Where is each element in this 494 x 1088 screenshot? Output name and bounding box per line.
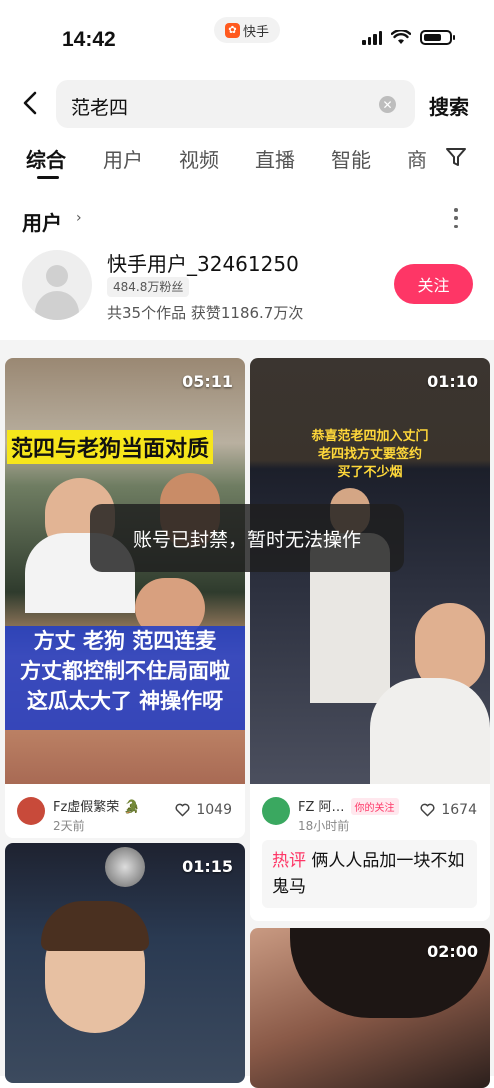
video-meta: FZ 阿… 你的关注 18小时前 1674 <box>250 784 490 844</box>
battery-icon <box>420 30 455 45</box>
user-avatar[interactable] <box>22 250 92 320</box>
video-meta: Fz虚假繁荣 🐊 2天前 1049 <box>5 784 245 838</box>
heart-icon <box>420 803 435 817</box>
status-bar: 14:42 ✿ 快手 <box>0 0 494 70</box>
post-time: 2天前 <box>53 819 85 833</box>
follow-button[interactable]: 关注 <box>394 264 473 304</box>
video-thumbnail[interactable]: 01:15 <box>5 843 245 1083</box>
video-caption-block: 方丈 老狗 范四连麦 方丈都控制不住局面啦 这瓜太大了 神操作呀 <box>5 626 245 730</box>
status-icons <box>362 30 455 45</box>
search-bar: 范老四 ✕ 搜索 <box>0 78 494 130</box>
tab-comprehensive[interactable]: 综合 <box>26 144 66 173</box>
heart-icon <box>175 803 190 817</box>
caption-line: 这瓜太大了 神操作呀 <box>26 689 224 713</box>
video-thumbnail[interactable]: 02:00 <box>250 928 490 1088</box>
active-tab-indicator <box>37 176 59 179</box>
tab-users[interactable]: 用户 <box>103 144 143 173</box>
video-duration: 01:10 <box>427 372 478 391</box>
author-avatar[interactable] <box>17 797 45 825</box>
author-name[interactable]: Fz虚假繁荣 🐊 <box>53 796 140 815</box>
hot-comment-tag: 热评 <box>272 851 306 871</box>
video-caption-block: 恭喜范老四加入丈门 老四找方丈要签约 买了不少烟 <box>250 428 490 482</box>
tab-videos[interactable]: 视频 <box>179 144 219 173</box>
user-name[interactable]: 快手用户_32461250 <box>107 248 299 277</box>
caption-line: 买了不少烟 <box>337 465 403 480</box>
like-count[interactable]: 1049 <box>175 802 232 818</box>
clear-icon[interactable]: ✕ <box>379 96 396 113</box>
filter-icon[interactable] <box>445 146 467 168</box>
author-avatar[interactable] <box>262 797 290 825</box>
post-time: 18小时前 <box>298 819 350 833</box>
app-pill[interactable]: ✿ 快手 <box>214 17 280 43</box>
video-title-banner: 范四与老狗当面对质 <box>7 430 214 464</box>
author-name[interactable]: FZ 阿… 你的关注 <box>298 796 399 815</box>
caption-line: 方丈都控制不住局面啦 <box>20 659 230 683</box>
back-arrow-icon[interactable] <box>22 90 38 121</box>
signal-icon <box>362 30 382 45</box>
video-card[interactable]: 02:00 <box>250 928 490 1088</box>
video-duration: 01:15 <box>182 857 233 876</box>
tab-live[interactable]: 直播 <box>255 144 295 173</box>
video-duration: 02:00 <box>427 942 478 961</box>
video-grid: 05:11 范四与老狗当面对质 方丈 老狗 范四连麦 方丈都控制不住局面啦 这瓜… <box>0 340 494 1088</box>
caption-line: 老四找方丈要签约 <box>317 447 422 462</box>
caption-line: 恭喜范老四加入丈门 <box>311 429 429 444</box>
tab-shop[interactable]: 商 <box>407 144 427 173</box>
app-pill-label: 快手 <box>242 24 269 40</box>
video-card[interactable]: 05:11 范四与老狗当面对质 方丈 老狗 范四连麦 方丈都控制不住局面啦 这瓜… <box>5 358 245 838</box>
video-duration: 05:11 <box>182 372 233 391</box>
following-tag: 你的关注 <box>350 798 399 815</box>
search-query: 范老四 <box>71 97 129 119</box>
kuaishou-logo-icon: ✿ <box>224 22 240 38</box>
more-options-icon[interactable] <box>452 208 460 228</box>
chevron-right-icon[interactable]: › <box>76 210 82 226</box>
tab-smart[interactable]: 智能 <box>331 144 371 173</box>
video-card[interactable]: 01:10 恭喜范老四加入丈门 老四找方丈要签约 买了不少烟 FZ 阿… 你的关注… <box>250 358 490 921</box>
user-stats: 共35个作品 获赞1186.7万次 <box>107 304 304 322</box>
search-button[interactable]: 搜索 <box>429 91 469 120</box>
fans-badge: 484.8万粉丝 <box>107 277 190 297</box>
video-card[interactable]: 01:15 <box>5 843 245 1083</box>
search-tabs: 综合 用户 视频 直播 智能 商 <box>0 138 494 184</box>
status-time: 14:42 <box>62 28 116 51</box>
hot-comment[interactable]: 热评 俩人人品加一块不如鬼马 <box>262 840 477 908</box>
toast-message: 账号已封禁，暂时无法操作 <box>90 504 404 572</box>
caption-line: 方丈 老狗 范四连麦 <box>33 629 217 653</box>
wifi-icon <box>391 30 411 44</box>
search-input[interactable]: 范老四 ✕ <box>56 80 415 128</box>
user-section-title[interactable]: 用户 <box>22 207 62 236</box>
like-count[interactable]: 1674 <box>420 802 477 818</box>
